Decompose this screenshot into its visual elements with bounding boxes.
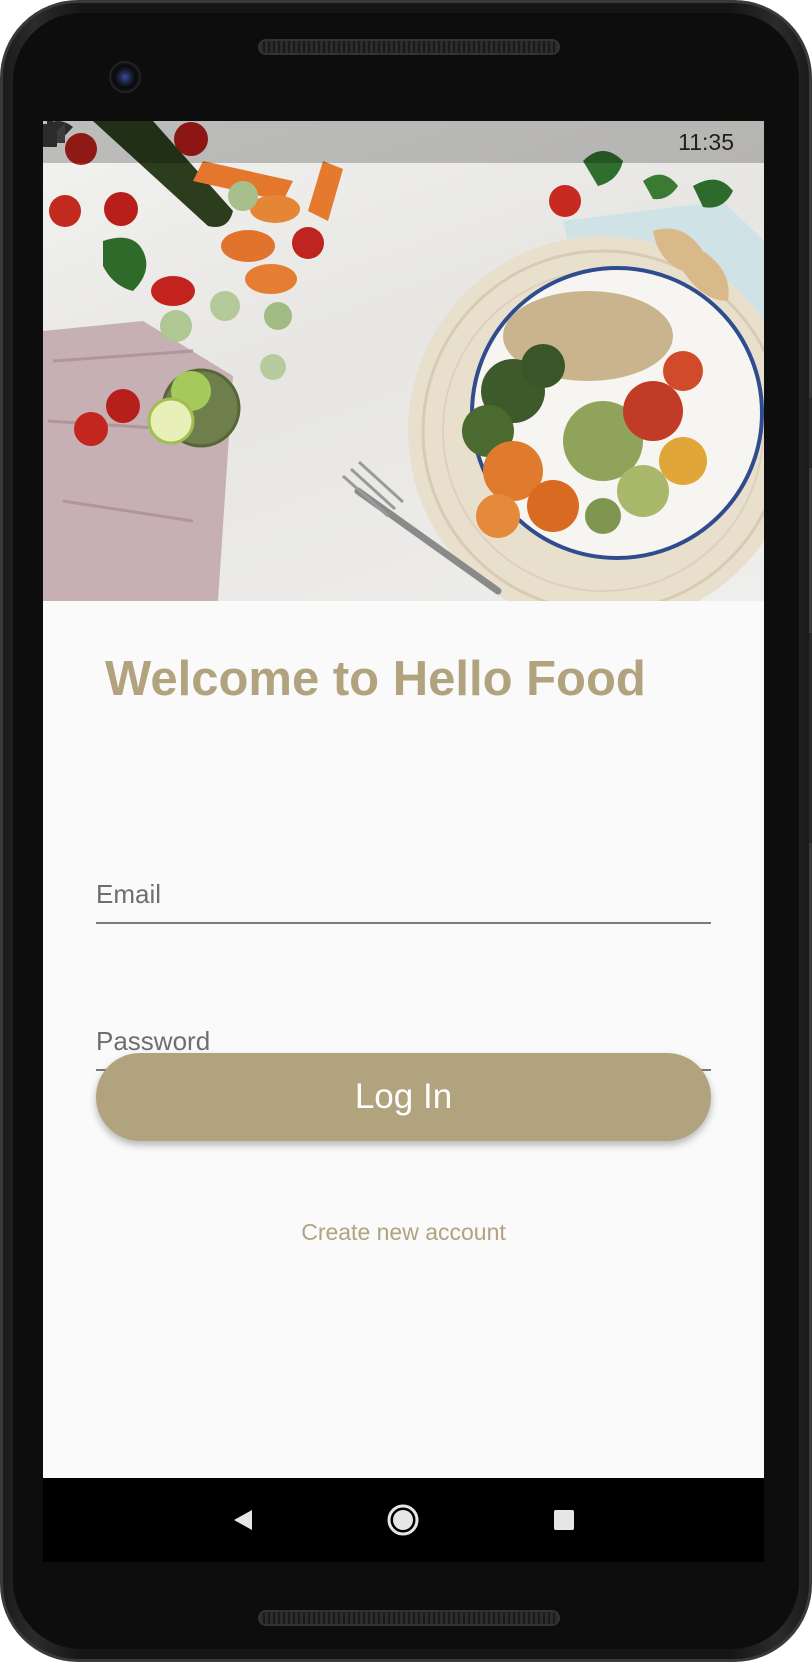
recents-icon: [553, 1510, 574, 1530]
navigation-bar: [43, 1478, 764, 1562]
hero-food-image: 11:35: [43, 121, 764, 601]
back-icon: [234, 1510, 253, 1530]
welcome-title: Welcome to Hello Food: [105, 652, 646, 706]
home-button[interactable]: [379, 1496, 427, 1544]
top-speaker: [258, 39, 560, 55]
email-input[interactable]: [96, 844, 711, 922]
email-field[interactable]: [96, 844, 711, 924]
front-camera: [109, 61, 141, 93]
home-icon: [387, 1504, 419, 1536]
app-screen: 11:35 Welcome to Hello Food Log In Creat…: [43, 121, 764, 1478]
status-time: 11:35: [678, 128, 734, 155]
recents-button[interactable]: [540, 1496, 588, 1544]
status-bar: 11:35: [43, 121, 764, 163]
login-button[interactable]: Log In: [96, 1053, 711, 1141]
back-button[interactable]: [219, 1496, 267, 1544]
food-illustration: [43, 121, 764, 601]
create-account-link[interactable]: Create new account: [43, 1219, 764, 1246]
bottom-speaker: [258, 1610, 560, 1626]
